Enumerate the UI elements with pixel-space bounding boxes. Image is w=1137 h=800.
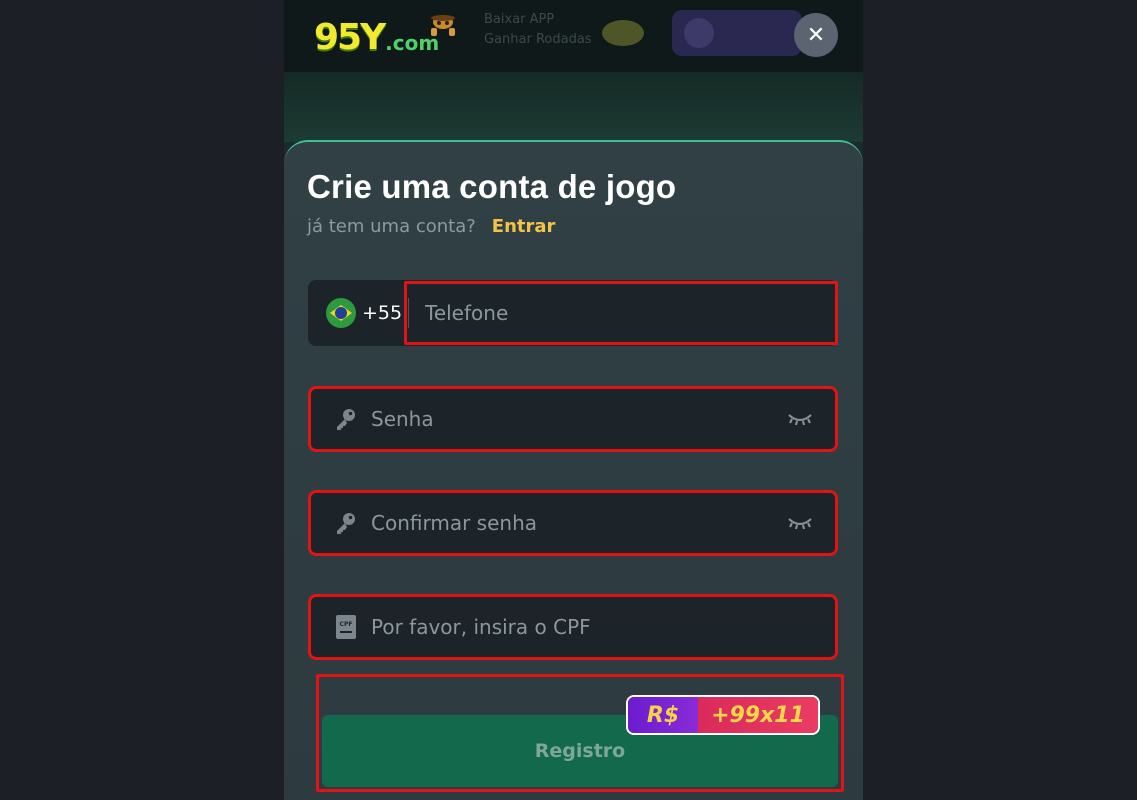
login-prompt-text: já tem uma conta? [307, 216, 476, 237]
login-prompt: já tem uma conta? Entrar [307, 216, 555, 237]
site-logo: 95Y .com [314, 12, 455, 58]
flag-globe [335, 307, 347, 319]
key-icon [333, 406, 359, 432]
bonus-currency: R$ [628, 697, 698, 733]
svg-text:CPF: CPF [340, 621, 353, 628]
cpf-card-icon: CPF [333, 614, 359, 640]
close-icon: ✕ [806, 22, 826, 48]
logo-main-text: 95Y [314, 17, 386, 58]
register-highlight: Registro R$ +99x11 [316, 674, 844, 792]
coin-icon [602, 20, 644, 46]
dial-code: +55 [362, 302, 403, 324]
confirm-password-field [308, 490, 838, 556]
country-code-selector[interactable]: +55 [308, 280, 404, 346]
avatar-icon [684, 18, 714, 48]
background-deposit-pill [672, 10, 802, 56]
cpf-field: CPF [308, 594, 838, 660]
cpf-input[interactable] [359, 597, 835, 657]
phone-input[interactable] [409, 280, 838, 346]
login-link[interactable]: Entrar [492, 216, 556, 237]
brazil-flag-icon [326, 298, 356, 328]
password-input[interactable] [359, 389, 787, 449]
background-nav-bar: 95Y [284, 72, 863, 202]
page-frame: Baixar APP Ganhar Rodadas 95Y 95Y .com ✕… [284, 0, 863, 800]
mascot-icon [431, 15, 455, 36]
modal-title: Crie uma conta de jogo [307, 168, 677, 205]
bonus-value: +99x11 [698, 697, 818, 733]
password-field [308, 386, 838, 452]
registration-modal: Crie uma conta de jogo já tem uma conta?… [284, 140, 863, 800]
close-button[interactable]: ✕ [794, 13, 838, 57]
eye-closed-icon[interactable] [787, 515, 813, 531]
eye-closed-icon[interactable] [787, 411, 813, 427]
phone-field: +55 [308, 280, 838, 346]
key-icon [333, 510, 359, 536]
bonus-badge: R$ +99x11 [626, 695, 820, 735]
confirm-password-input[interactable] [359, 493, 787, 553]
